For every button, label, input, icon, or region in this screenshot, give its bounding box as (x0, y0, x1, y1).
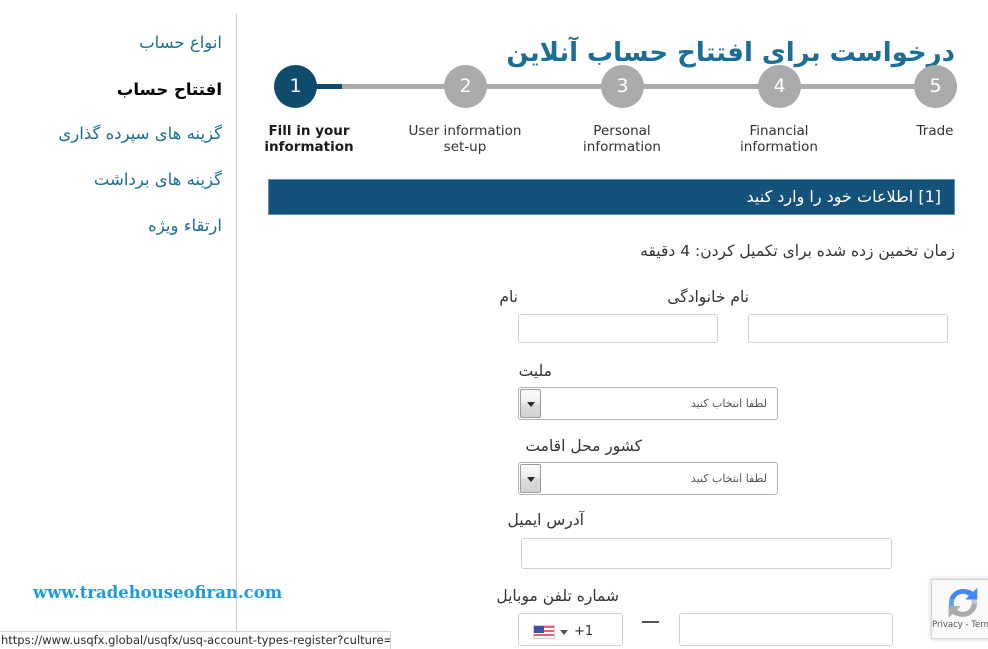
us-flag-icon (533, 625, 555, 639)
mobile-phone-input[interactable] (679, 613, 893, 646)
recaptcha-icon (948, 587, 978, 618)
recaptcha-links[interactable]: Privacy - Terms (932, 620, 988, 631)
country-of-residence-selected-value: لطفا انتخاب کنید (690, 472, 767, 485)
last-name-input[interactable] (748, 314, 948, 343)
phone-country-selector[interactable]: +1 (518, 613, 623, 646)
first-name-label: نام (499, 288, 518, 306)
country-of-residence-select[interactable]: لطفا انتخاب کنید (518, 462, 778, 495)
sidebar-item-deposit-options[interactable]: گزینه های سپرده گذاری (58, 124, 222, 144)
sidebar-item-special-upgrade[interactable]: ارتقاء ویژه (148, 216, 222, 236)
page-root: انواع حساب افتتاح حساب گزینه های سپرده گ… (0, 0, 988, 649)
sidebar-item-withdrawal-options[interactable]: گزینه های برداشت (94, 170, 222, 190)
nationality-label: ملیت (518, 362, 552, 380)
browser-status-bar-url: https://www.usqfx.global/usqfx/usq-accou… (0, 631, 391, 649)
chevron-down-icon (526, 476, 535, 482)
email-label: آدرس ایمیل (507, 511, 584, 529)
nationality-selected-value: لطفا انتخاب کنید (690, 397, 767, 410)
main-content: درخواست برای افتتاح حساب آنلاین 1 Fill i… (237, 0, 988, 649)
last-name-label: نام خانوادگی (667, 288, 749, 306)
email-input[interactable] (521, 538, 892, 569)
sidebar-item-account-types[interactable]: انواع حساب (139, 33, 222, 53)
phone-dial-code: +1 (574, 624, 594, 639)
mobile-phone-label: شماره تلفن موبایل (496, 587, 619, 605)
registration-form: نام نام خانوادگی ملیت لطفا انتخاب کنید ک… (237, 0, 988, 649)
recaptcha-badge[interactable]: Privacy - Terms (931, 579, 988, 639)
phone-separator-dash (642, 621, 659, 623)
country-of-residence-dropdown-button[interactable] (520, 464, 541, 493)
sidebar-item-open-account[interactable]: افتتاح حساب (117, 80, 222, 100)
nationality-select[interactable]: لطفا انتخاب کنید (518, 387, 778, 420)
first-name-input[interactable] (518, 314, 718, 343)
nationality-dropdown-button[interactable] (520, 389, 541, 418)
country-of-residence-label: کشور محل اقامت (525, 437, 642, 455)
chevron-down-icon (560, 630, 568, 635)
sidebar: انواع حساب افتتاح حساب گزینه های سپرده گ… (0, 0, 236, 649)
chevron-down-icon (526, 401, 535, 407)
